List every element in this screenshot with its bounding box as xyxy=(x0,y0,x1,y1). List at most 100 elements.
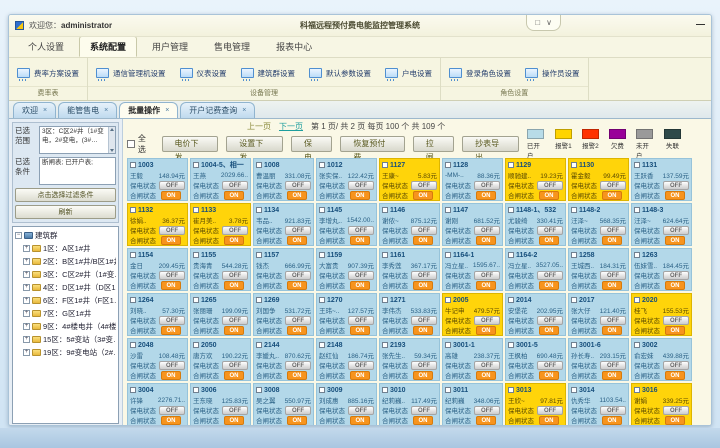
ribbon-button[interactable]: 仪表设置 xyxy=(180,68,227,79)
menu-tab-1[interactable]: 个人设置 xyxy=(17,36,75,57)
meter-card[interactable]: 1164-1冯立星..1595.67..保电状态OFF合闸状态ON xyxy=(442,248,503,291)
protect-status-value[interactable]: OFF xyxy=(474,316,500,325)
doc-tab-2[interactable]: 能管售电× xyxy=(58,102,117,118)
tree-item[interactable]: +9区：4#楼电井（4#楼… xyxy=(15,320,116,333)
refresh-button[interactable]: 刷新 xyxy=(15,205,116,219)
meter-card[interactable]: 1128-MM-..88.36元保电状态OFF合闸状态ON xyxy=(442,158,503,201)
card-checkbox[interactable] xyxy=(508,342,514,348)
meter-card[interactable]: 3010纪莉巍..117.49元保电状态OFF合闸状态ON xyxy=(379,383,440,426)
protect-status-value[interactable]: OFF xyxy=(159,406,185,415)
protect-status-value[interactable]: OFF xyxy=(537,271,563,280)
doc-tab-3[interactable]: 批量操作× xyxy=(119,102,178,118)
switch-status-value[interactable]: ON xyxy=(665,326,685,335)
selected-condition-box[interactable]: 断闸表; 已开户表; xyxy=(39,157,116,185)
protect-status-value[interactable]: OFF xyxy=(663,316,689,325)
protect-status-value[interactable]: OFF xyxy=(600,406,626,415)
meter-card[interactable]: 3013王欣~97.81元保电状态OFF合闸状态ON xyxy=(505,383,566,426)
ribbon-button[interactable]: 户电设置 xyxy=(385,68,432,79)
protect-status-value[interactable]: OFF xyxy=(285,406,311,415)
protect-status-value[interactable]: OFF xyxy=(600,226,626,235)
action-button-6[interactable]: 抄表导出 xyxy=(462,136,519,152)
switch-status-value[interactable]: ON xyxy=(665,236,685,245)
switch-status-value[interactable]: ON xyxy=(350,191,370,200)
protect-status-value[interactable]: OFF xyxy=(663,361,689,370)
meter-card[interactable]: 1265张丽珊199.09元保电状态OFF合闸状态ON xyxy=(190,293,251,336)
meter-card[interactable]: 1264刘晓..57.30元保电状态OFF合闸状态ON xyxy=(127,293,188,336)
meter-card[interactable]: 1148-3汪泽~624.64元保电状态OFF合闸状态ON xyxy=(631,203,692,246)
card-checkbox[interactable] xyxy=(319,387,325,393)
card-checkbox[interactable] xyxy=(445,297,451,303)
protect-status-value[interactable]: OFF xyxy=(285,316,311,325)
meter-card[interactable]: 3006王东晓125.83元保电状态OFF合闸状态ON xyxy=(190,383,251,426)
meter-card[interactable]: 1269刘国争531.72元保电状态OFF合闸状态ON xyxy=(253,293,314,336)
minimize-icon[interactable]: — xyxy=(696,19,705,29)
switch-status-value[interactable]: ON xyxy=(350,236,370,245)
action-button-2[interactable]: 设置下发 xyxy=(226,136,283,152)
select-all-checkbox[interactable] xyxy=(127,140,135,148)
switch-status-value[interactable]: ON xyxy=(476,281,496,290)
protect-status-value[interactable]: OFF xyxy=(474,271,500,280)
meter-card[interactable]: 3014仇秀华1103.54..保电状态OFF合闸状态ON xyxy=(568,383,629,426)
close-tab-icon[interactable]: × xyxy=(242,107,246,114)
switch-status-value[interactable]: ON xyxy=(476,191,496,200)
next-page-link[interactable]: 下一页 xyxy=(279,121,303,132)
expand-icon[interactable]: + xyxy=(23,245,30,252)
window-controls[interactable]: □ ∨ xyxy=(526,15,561,31)
switch-status-value[interactable]: ON xyxy=(350,371,370,380)
meter-card[interactable]: 2017张大仔121.40元保电状态OFF合闸状态ON xyxy=(568,293,629,336)
meter-card[interactable]: 1131王跃香137.59元保电状态OFF合闸状态ON xyxy=(631,158,692,201)
close-tab-icon[interactable]: × xyxy=(165,107,169,114)
switch-status-value[interactable]: ON xyxy=(665,416,685,425)
switch-status-value[interactable]: ON xyxy=(413,416,433,425)
expand-icon[interactable]: + xyxy=(23,323,30,330)
switch-status-value[interactable]: ON xyxy=(413,326,433,335)
switch-status-value[interactable]: ON xyxy=(539,236,559,245)
switch-status-value[interactable]: ON xyxy=(476,326,496,335)
switch-status-value[interactable]: ON xyxy=(476,371,496,380)
switch-status-value[interactable]: ON xyxy=(287,371,307,380)
restore-icon[interactable]: □ xyxy=(535,18,540,27)
card-checkbox[interactable] xyxy=(445,387,451,393)
meter-card[interactable]: 1154金日209.45元保电状态OFF合闸状态ON xyxy=(127,248,188,291)
meter-card[interactable]: 1148-1、532尤骏绮330.41元保电状态OFF合闸状态ON xyxy=(505,203,566,246)
ribbon-button[interactable]: 费率方案设置 xyxy=(17,68,79,79)
protect-status-value[interactable]: OFF xyxy=(663,226,689,235)
card-checkbox[interactable] xyxy=(634,162,640,168)
card-checkbox[interactable] xyxy=(193,297,199,303)
scrollbar[interactable] xyxy=(108,127,115,153)
card-checkbox[interactable] xyxy=(571,387,577,393)
meter-card[interactable]: 1132徐娟..36.37元保电状态OFF合闸状态ON xyxy=(127,203,188,246)
protect-status-value[interactable]: OFF xyxy=(285,226,311,235)
protect-status-value[interactable]: OFF xyxy=(159,181,185,190)
action-button-1[interactable]: 电价下发 xyxy=(162,136,219,152)
card-checkbox[interactable] xyxy=(256,162,262,168)
switch-status-value[interactable]: ON xyxy=(161,281,181,290)
meter-card[interactable]: 2050唐方欢190.22元保电状态OFF合闸状态ON xyxy=(190,338,251,381)
card-checkbox[interactable] xyxy=(508,162,514,168)
protect-status-value[interactable]: OFF xyxy=(663,271,689,280)
protect-status-value[interactable]: OFF xyxy=(348,181,374,190)
card-checkbox[interactable] xyxy=(571,207,577,213)
collapse-icon[interactable]: − xyxy=(15,232,22,239)
select-all[interactable]: 全选 xyxy=(127,133,154,155)
switch-status-value[interactable]: ON xyxy=(476,416,496,425)
tree-item[interactable]: +2区：B区1#井/B区1#井 xyxy=(15,255,116,268)
card-checkbox[interactable] xyxy=(634,207,640,213)
protect-status-value[interactable]: OFF xyxy=(600,361,626,370)
card-checkbox[interactable] xyxy=(445,162,451,168)
card-checkbox[interactable] xyxy=(319,297,325,303)
card-checkbox[interactable] xyxy=(571,162,577,168)
card-checkbox[interactable] xyxy=(256,387,262,393)
switch-status-value[interactable]: ON xyxy=(287,236,307,245)
menu-tab-4[interactable]: 售电管理 xyxy=(203,36,261,57)
card-checkbox[interactable] xyxy=(382,207,388,213)
card-checkbox[interactable] xyxy=(634,297,640,303)
card-checkbox[interactable] xyxy=(571,252,577,258)
expand-icon[interactable]: + xyxy=(23,349,30,356)
meter-card[interactable]: 3008吴之翼550.97元保电状态OFF合闸状态ON xyxy=(253,383,314,426)
card-checkbox[interactable] xyxy=(130,162,136,168)
protect-status-value[interactable]: OFF xyxy=(537,406,563,415)
card-checkbox[interactable] xyxy=(193,162,199,168)
protect-status-value[interactable]: OFF xyxy=(285,271,311,280)
expand-icon[interactable]: + xyxy=(23,297,30,304)
